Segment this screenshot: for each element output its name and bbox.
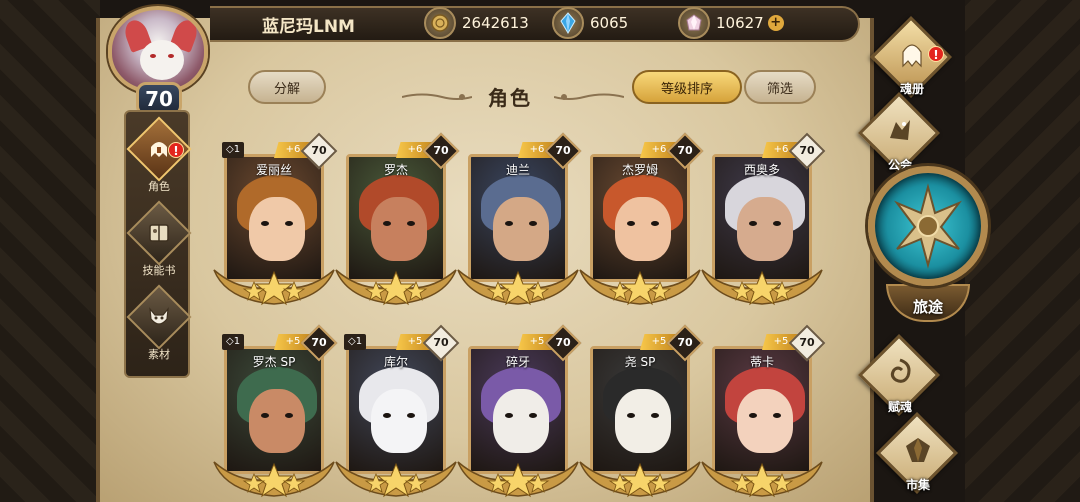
star-wing-emblem-icon: [335, 269, 457, 306]
character-name: 爱丽丝: [255, 163, 292, 177]
character-name: 杰罗姆: [621, 163, 658, 177]
star-wing-emblem-icon: [213, 461, 335, 498]
character-name: 西奥多: [743, 163, 780, 177]
character-card[interactable]: 尧 SP +5 70: [579, 324, 704, 502]
swirl-soul-icon: [890, 358, 911, 383]
market-button[interactable]: 市集: [875, 411, 959, 498]
endow-soul-label: 赋魂: [887, 400, 912, 414]
endow-soul-button[interactable]: 赋魂: [857, 333, 941, 420]
gold-currency: 2642613: [424, 7, 529, 39]
title-ornament-right: [554, 93, 624, 100]
soul-book-button[interactable]: 魂册 !: [869, 15, 953, 102]
wolf-material-icon: [126, 284, 192, 350]
character-card[interactable]: 西奥多 +6 70: [701, 132, 826, 312]
character-alert-badge: !: [168, 142, 184, 158]
star-wing-emblem-icon: [457, 461, 579, 498]
character-card[interactable]: 迪兰 +6 70: [457, 132, 582, 312]
character-card[interactable]: 蒂卡 +5 70: [701, 324, 826, 502]
star-wing-emblem-icon: [457, 269, 579, 306]
character-card[interactable]: 库尔 ◇1 +5 70: [335, 324, 460, 502]
player-avatar[interactable]: 70: [100, 4, 218, 116]
journey-emblem: [868, 166, 988, 286]
side-item-material[interactable]: 素材: [126, 284, 192, 368]
pink-gem-icon: [678, 7, 710, 39]
character-name: 蒂卡: [749, 355, 774, 369]
star-wing-emblem-icon: [579, 269, 701, 306]
player-name: 蓝尼玛LNM: [262, 17, 355, 37]
character-name: 罗杰: [383, 163, 408, 177]
filter-button[interactable]: 筛选: [744, 70, 816, 104]
character-name: 罗杰 SP: [252, 355, 296, 369]
rank-badge: ◇1: [344, 334, 367, 350]
character-name: 迪兰: [505, 163, 530, 177]
market-label: 市集: [905, 478, 930, 492]
gem-currency: 10627 +: [678, 7, 784, 39]
character-name: 碎牙: [505, 355, 530, 369]
crystal-currency: 6065: [552, 7, 629, 39]
star-wing-emblem-icon: [335, 461, 457, 498]
star-wing-emblem-icon: [701, 461, 823, 498]
helmet-icon: [902, 44, 922, 68]
left-side-menu: 角色 ! 技能书 素材: [124, 110, 192, 378]
gold-coin-icon: [424, 7, 456, 39]
character-card[interactable]: 罗杰 SP ◇1 +5 70: [213, 324, 338, 502]
sort-by-level-button[interactable]: 等级排序: [632, 70, 742, 104]
add-gem-button[interactable]: +: [767, 15, 784, 31]
character-name: 库尔: [383, 355, 408, 369]
character-card[interactable]: 杰罗姆 +6 70: [579, 132, 704, 312]
journey-label: 旅途: [912, 298, 943, 316]
character-card[interactable]: 碎牙 +5 70: [457, 324, 582, 502]
character-card[interactable]: 爱丽丝 ◇1 +6 70: [213, 132, 338, 312]
star-wing-emblem-icon: [213, 269, 335, 306]
avatar-portrait: [108, 6, 208, 94]
gold-value: 2642613: [462, 14, 529, 32]
side-item-character[interactable]: 角色 !: [126, 116, 192, 200]
journey-button[interactable]: 旅途: [866, 160, 990, 338]
title-ornament-left: [402, 93, 472, 100]
soul-book-alert-badge: !: [928, 46, 944, 62]
gem-value: 10627: [716, 14, 764, 32]
soul-book-label: 魂册: [899, 82, 924, 96]
star-wing-emblem-icon: [701, 269, 823, 306]
blue-crystal-icon: [552, 7, 584, 39]
character-name: 尧 SP: [624, 355, 656, 369]
trident-crest-icon: [894, 183, 962, 269]
star-wing-emblem-icon: [579, 461, 701, 498]
guild-crest-icon: [890, 120, 910, 140]
skill-book-icon: [126, 200, 192, 266]
rank-badge: ◇1: [222, 334, 245, 350]
market-gem-icon: [906, 438, 930, 462]
character-card[interactable]: 罗杰 +6 70: [335, 132, 460, 312]
panel-title: 角色: [488, 86, 532, 110]
decompose-button[interactable]: 分解: [248, 70, 326, 104]
rank-badge: ◇1: [222, 142, 245, 158]
left-border-pattern: [0, 0, 100, 502]
side-item-skill-book[interactable]: 技能书: [126, 200, 192, 284]
crystal-value: 6065: [590, 14, 629, 32]
